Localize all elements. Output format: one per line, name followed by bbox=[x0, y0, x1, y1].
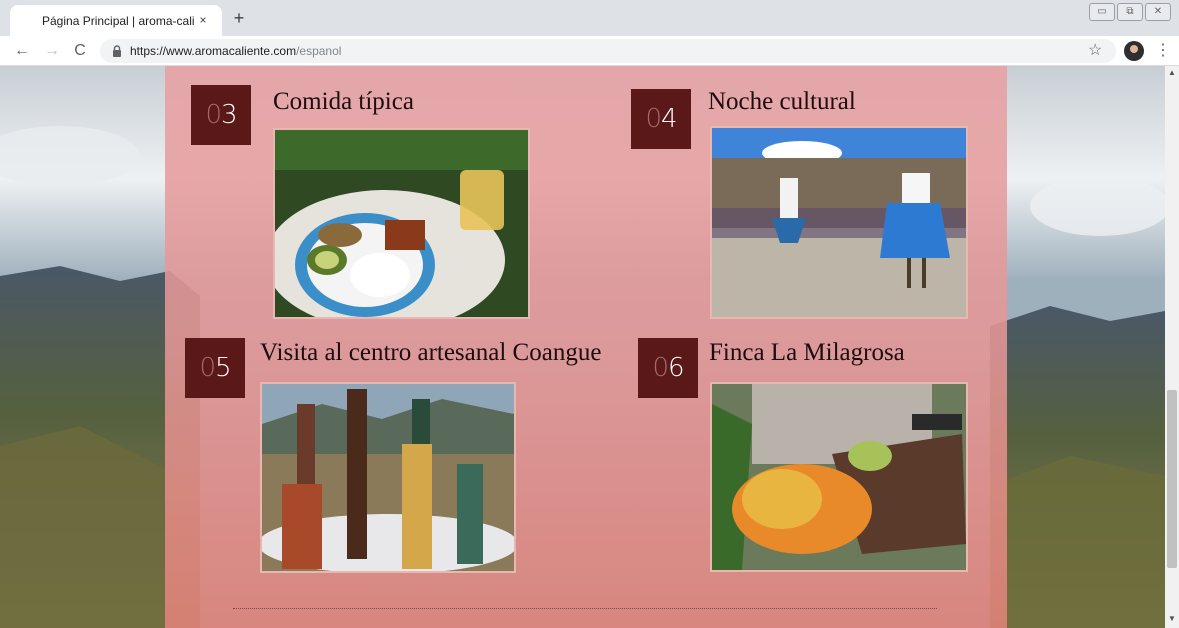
url-host: https://www.aromacaliente.com bbox=[130, 44, 297, 58]
scroll-up-arrow-icon[interactable]: ▲ bbox=[1165, 68, 1179, 80]
item-number-06: 06 bbox=[638, 338, 698, 398]
item-title-visita: Visita al centro artesanal Coangue bbox=[260, 339, 602, 366]
item-number-05: 05 bbox=[185, 338, 245, 398]
forward-icon[interactable]: → bbox=[42, 41, 62, 61]
item-number-03: 03 bbox=[191, 85, 251, 145]
reload-icon[interactable]: C bbox=[70, 41, 90, 61]
craft-figures-photo[interactable] bbox=[260, 382, 516, 573]
url-path: /espanol bbox=[296, 44, 342, 58]
browser-toolbar: ← → C https://www.aromacaliente.com/espa… bbox=[0, 36, 1179, 66]
page-scrollbar[interactable]: ▲ ▼ bbox=[1165, 66, 1179, 628]
tab-title: Página Principal | aroma-caliente bbox=[42, 13, 194, 28]
fruit-hand-photo[interactable] bbox=[710, 382, 968, 572]
dancers-photo[interactable] bbox=[710, 126, 968, 319]
lock-icon bbox=[113, 45, 121, 57]
window-controls: ▭ ⧉ ✕ bbox=[1089, 3, 1171, 21]
item-title-noche: Noche cultural bbox=[708, 88, 856, 115]
close-tab-icon[interactable]: × bbox=[196, 13, 210, 27]
window-close-button[interactable]: ✕ bbox=[1145, 3, 1171, 21]
page-viewport: 03 Comida típica 04 Noche cultural 0 5 V… bbox=[0, 66, 1165, 628]
profile-avatar[interactable] bbox=[1124, 41, 1144, 61]
item-title-comida: Comida típica bbox=[273, 88, 414, 115]
food-plate-photo[interactable] bbox=[273, 128, 530, 319]
address-bar[interactable]: https://www.aromacaliente.com/espanol bbox=[100, 39, 1116, 63]
section-divider bbox=[233, 608, 937, 609]
bookmark-star-icon[interactable]: ☆ bbox=[1088, 41, 1102, 61]
fruit-hand-icon bbox=[712, 384, 966, 570]
tab-strip: Página Principal | aroma-caliente × + ▭ … bbox=[0, 0, 1179, 36]
new-tab-button[interactable]: + bbox=[229, 8, 249, 28]
browser-tab[interactable]: Página Principal | aroma-caliente × bbox=[10, 5, 222, 36]
scroll-down-arrow-icon[interactable]: ▼ bbox=[1165, 614, 1179, 626]
craft-figures-icon bbox=[262, 384, 514, 571]
item-number-04: 04 bbox=[631, 89, 691, 149]
scroll-thumb[interactable] bbox=[1167, 390, 1177, 568]
food-plate-icon bbox=[275, 130, 528, 317]
dancers-icon bbox=[712, 128, 966, 317]
minimize-button[interactable]: ▭ bbox=[1089, 3, 1115, 21]
item-title-finca: Finca La Milagrosa bbox=[709, 339, 905, 366]
activities-panel: 03 Comida típica 04 Noche cultural 0 5 V… bbox=[165, 66, 1007, 628]
menu-icon[interactable]: ⋮ bbox=[1155, 41, 1171, 61]
restore-button[interactable]: ⧉ bbox=[1117, 3, 1143, 21]
back-icon[interactable]: ← bbox=[12, 41, 32, 61]
